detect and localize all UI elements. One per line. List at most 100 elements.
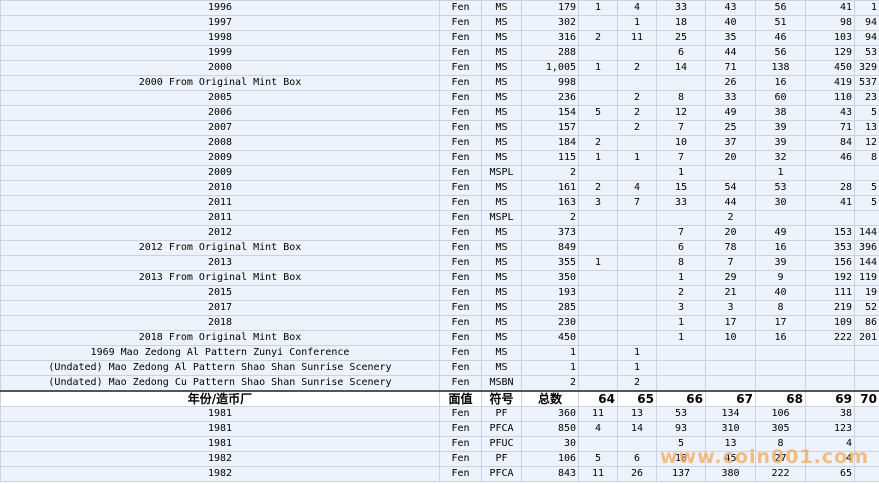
grade-64-cell: 1 [578,255,618,271]
grade-cell: MS [481,60,522,76]
grade-cell: MS [481,285,522,301]
grade-70-cell [854,375,879,392]
grade-68-cell: 39 [755,135,806,151]
grade-64-cell: 11 [578,466,618,482]
grade-66-cell [656,75,706,91]
table-row: 1981 Fen PFUC 30 5 13 8 4 [0,436,879,452]
grade-cell: PFUC [481,436,522,452]
grade-68-cell: 16 [755,240,806,256]
grade-66-cell: 18 [656,451,706,467]
grade-70-cell: 8 [854,150,879,166]
grade-66-cell: 1 [656,330,706,346]
year-cell: 1969 Mao Zedong Al Pattern Zunyi Confere… [0,345,440,361]
grade-65-cell [617,75,657,91]
denom-cell: Fen [439,330,482,346]
population-table: 1996 Fen MS 179 1 4 33 43 56 41 1 1997 Fen MS 302 1 18 40… [0,0,879,482]
grade-67-cell: 35 [705,30,756,46]
grade-cell: MS [481,0,522,16]
grade-70-cell: 94 [854,15,879,31]
header-total: 总数 [521,390,579,407]
grade-69-cell: 41 [805,195,855,211]
grade-68-cell [755,210,806,226]
year-cell: 2013 From Original Mint Box [0,270,440,286]
grade-70-cell: 52 [854,300,879,316]
grade-cell: MS [481,135,522,151]
total-cell: 179 [521,0,579,16]
grade-70-cell [854,345,879,361]
grade-67-cell: 2 [705,210,756,226]
grade-68-cell: 46 [755,30,806,46]
grade-67-cell: 134 [705,406,756,422]
grade-66-cell: 1 [656,270,706,286]
grade-67-cell: 54 [705,180,756,196]
table-row: 2018 From Original Mint Box Fen MS 450 1 10 16… [0,330,879,346]
grade-69-cell: 4 [805,436,855,452]
denom-cell: Fen [439,451,482,467]
grade-70-cell: 329 [854,60,879,76]
table-row: 2018 Fen MS 230 1 17 17 109 86 [0,315,879,331]
total-cell: 157 [521,120,579,136]
grade-69-cell: 4 [805,451,855,467]
grade-70-cell: 144 [854,255,879,271]
year-cell: 2006 [0,105,440,121]
total-cell: 360 [521,406,579,422]
grade-70-cell [854,436,879,452]
header-grade: 符号 [481,390,522,407]
grade-65-cell [617,45,657,61]
denom-cell: Fen [439,255,482,271]
table-row: 2012 Fen MS 373 7 20 49 153 144 [0,225,879,241]
grade-65-cell: 2 [617,120,657,136]
grade-70-cell: 86 [854,315,879,331]
grade-68-cell: 51 [755,15,806,31]
denom-cell: Fen [439,165,482,181]
table-row: 2006 Fen MS 154 5 2 12 49 38 43 5 [0,105,879,121]
grade-66-cell [656,345,706,361]
grade-67-cell: 44 [705,195,756,211]
denom-cell: Fen [439,105,482,121]
grade-69-cell: 153 [805,225,855,241]
year-cell: 1996 [0,0,440,16]
grade-69-cell: 46 [805,150,855,166]
grade-65-cell: 6 [617,451,657,467]
total-cell: 236 [521,90,579,106]
denom-cell: Fen [439,466,482,482]
table-row: 1998 Fen MS 316 2 11 25 35 46 103 94 [0,30,879,46]
grade-64-cell [578,75,618,91]
grade-65-cell [617,225,657,241]
grade-cell: MS [481,345,522,361]
grade-67-cell: 45 [705,451,756,467]
grade-70-cell: 119 [854,270,879,286]
grade-69-cell: 110 [805,90,855,106]
grade-67-cell: 71 [705,60,756,76]
grade-67-cell: 40 [705,15,756,31]
header-69: 69 [805,390,855,407]
grade-67-cell [705,375,756,392]
grade-69-cell [805,210,855,226]
total-cell: 849 [521,240,579,256]
table-row: (Undated) Mao Zedong Cu Pattern Shao Sha… [0,375,879,392]
grade-66-cell: 33 [656,0,706,16]
grade-66-cell: 5 [656,436,706,452]
grade-66-cell: 12 [656,105,706,121]
grade-70-cell [854,165,879,181]
grade-64-cell [578,90,618,106]
year-cell: 2000 From Original Mint Box [0,75,440,91]
grade-69-cell [805,375,855,392]
grade-cell: PFCA [481,466,522,482]
grade-70-cell: 94 [854,30,879,46]
total-cell: 850 [521,421,579,437]
table-row: 2009 Fen MS 115 1 1 7 20 32 46 8 [0,150,879,166]
grade-70-cell [854,406,879,422]
grade-64-cell: 3 [578,195,618,211]
grade-68-cell: 138 [755,60,806,76]
grade-64-cell: 5 [578,451,618,467]
denom-cell: Fen [439,90,482,106]
grade-69-cell: 38 [805,406,855,422]
table-header: 年份/造币厂 面值 符号 总数 64 65 66 67 68 69 70 [0,390,879,407]
grade-65-cell [617,255,657,271]
grade-64-cell [578,345,618,361]
grade-64-cell [578,270,618,286]
year-cell: 2008 [0,135,440,151]
grade-65-cell [617,285,657,301]
grade-65-cell: 26 [617,466,657,482]
